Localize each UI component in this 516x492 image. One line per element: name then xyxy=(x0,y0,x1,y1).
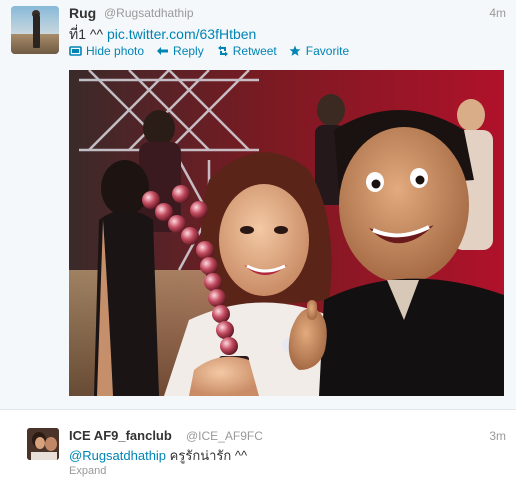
reply-text: @Rugsatdhathip ครูรักน่ารัก ^^ xyxy=(69,445,247,466)
star-icon xyxy=(289,45,302,57)
reply-icon xyxy=(156,45,169,57)
favorite-button[interactable]: Favorite xyxy=(289,44,349,58)
expand-link[interactable]: Expand xyxy=(69,465,106,477)
photo-link[interactable]: pic.twitter.com/63fHtben xyxy=(107,26,256,42)
retweet-icon xyxy=(216,45,229,57)
reply-label: Reply xyxy=(173,44,204,58)
favorite-label: Favorite xyxy=(305,44,350,58)
reply-user-handle[interactable]: @ICE_AF9FC xyxy=(186,429,263,443)
reply-user-name[interactable]: ICE AF9_fanclub xyxy=(69,428,172,443)
reply-button[interactable]: Reply xyxy=(156,44,204,58)
photo-icon xyxy=(69,45,82,57)
user-handle[interactable]: @Rugsatdhathip xyxy=(104,6,194,20)
avatar-figure xyxy=(33,14,40,48)
hide-photo-button[interactable]: Hide photo xyxy=(69,44,144,58)
reply-tweet[interactable]: ICE AF9_fanclub @ICE_AF9FC 3m @Rugsatdha… xyxy=(0,410,516,492)
tweet-text-body: ที่1 ^^ xyxy=(69,26,104,42)
main-tweet[interactable]: Rug @Rugsatdhathip 4m ที่1 ^^ pic.twitte… xyxy=(0,0,516,410)
reply-mention[interactable]: @Rugsatdhathip xyxy=(69,448,166,463)
reply-text-body: ครูรักน่ารัก ^^ xyxy=(169,448,248,463)
retweet-button[interactable]: Retweet xyxy=(216,44,277,58)
timestamp[interactable]: 4m xyxy=(489,6,506,20)
tweet-photo[interactable] xyxy=(69,70,504,396)
tweet-actions: Hide photo Reply Retweet Favorite xyxy=(69,44,361,58)
reply-avatar[interactable] xyxy=(27,428,59,460)
retweet-label: Retweet xyxy=(232,44,277,58)
reply-timestamp[interactable]: 3m xyxy=(489,429,506,443)
tweet-text: ที่1 ^^ pic.twitter.com/63fHtben xyxy=(69,24,256,46)
avatar[interactable] xyxy=(11,6,59,54)
hide-photo-label: Hide photo xyxy=(86,44,145,58)
user-name[interactable]: Rug xyxy=(69,5,96,21)
